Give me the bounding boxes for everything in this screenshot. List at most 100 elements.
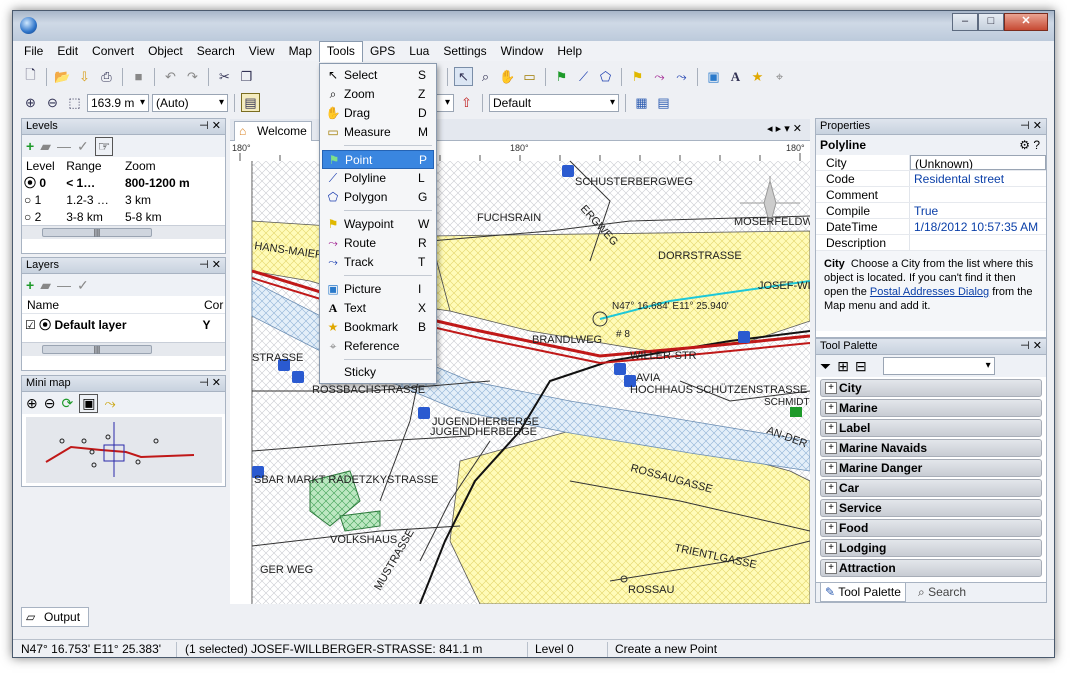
prop-value[interactable] — [910, 187, 1046, 202]
cut-icon[interactable]: ✂ — [215, 67, 234, 86]
scale-combo[interactable]: 163.9 m — [87, 93, 149, 112]
edit-icon[interactable]: ▰ — [40, 277, 51, 294]
menu-gps[interactable]: GPS — [363, 42, 402, 60]
radio-selected-icon[interactable]: ⦿ — [39, 314, 51, 336]
menu-object[interactable]: Object — [141, 42, 190, 60]
prop-row-description[interactable]: Description — [816, 235, 1046, 251]
zoom-out-icon[interactable]: ⊖ — [43, 93, 62, 112]
col-name[interactable]: Name — [27, 296, 204, 313]
point-tool-icon[interactable]: ⚑ — [552, 67, 571, 86]
menu-window[interactable]: Window — [494, 42, 551, 60]
save-icon[interactable]: ■ — [129, 67, 148, 86]
select-tool-icon[interactable]: ↖ — [454, 67, 473, 86]
menu-item-select[interactable]: ↖ Select S — [322, 66, 434, 85]
levels-hscrollbar[interactable]: ||| — [22, 225, 225, 239]
palette-category-lodging[interactable]: Lodging — [820, 539, 1042, 557]
prop-row-city[interactable]: City (Unknown) — [816, 155, 1046, 171]
radio-icon[interactable]: ○ — [24, 210, 31, 224]
city-dropdown[interactable]: (Unknown) — [910, 155, 1046, 170]
minimize-button[interactable]: – — [952, 13, 978, 31]
properties-tools-icon[interactable]: ⚙ ? — [1019, 135, 1040, 155]
menu-item-track[interactable]: ⤳ Track T — [322, 253, 434, 272]
menu-tools[interactable]: Tools — [318, 40, 363, 62]
radio-selected-icon[interactable]: ⦿ — [24, 176, 36, 190]
menu-item-polyline[interactable]: ⟋ Polyline L — [322, 169, 434, 188]
col-cor[interactable]: Cor — [204, 296, 223, 313]
grid-view-icon[interactable]: ▦ — [632, 93, 651, 112]
prop-value[interactable]: Residental street — [910, 171, 1046, 186]
palette-category-car[interactable]: Car — [820, 479, 1042, 497]
palette-category-label[interactable]: Label — [820, 419, 1042, 437]
menu-item-bookmark[interactable]: ★ Bookmark B — [322, 318, 434, 337]
checkbox-checked-icon[interactable]: ☑ — [25, 314, 36, 336]
drag-tool-icon[interactable]: ✋ — [498, 67, 517, 86]
menu-item-drag[interactable]: ✋ Drag D — [322, 104, 434, 123]
layer-display-icon[interactable]: ▤ — [241, 93, 260, 112]
layer-icon[interactable]: ▣ — [79, 393, 99, 413]
title-bar[interactable]: – □ ✕ — [13, 11, 1054, 41]
check-icon[interactable]: ✓ — [77, 277, 89, 294]
output-tab[interactable]: ▱ Output — [21, 607, 89, 627]
expand-icon[interactable]: ⊞ — [837, 358, 849, 375]
menu-item-route[interactable]: ⤳ Route R — [322, 234, 434, 253]
palette-category-food[interactable]: Food — [820, 519, 1042, 537]
prop-value[interactable]: 1/18/2012 10:57:35 AM — [910, 219, 1046, 234]
palette-category-service[interactable]: Service — [820, 499, 1042, 517]
postal-addresses-link[interactable]: Postal Addresses Dialog — [870, 286, 989, 298]
tab-search[interactable]: ⌕ Search — [914, 583, 970, 601]
menu-item-polygon[interactable]: ⬠ Polygon G — [322, 188, 434, 207]
menu-lua[interactable]: Lua — [402, 42, 436, 60]
redo-icon[interactable]: ↷ — [183, 67, 202, 86]
layer-row[interactable]: ☑ ⦿ Default layer Y — [22, 314, 225, 336]
menu-search[interactable]: Search — [190, 42, 242, 60]
polyline-tool-icon[interactable]: ⟋ — [574, 67, 593, 86]
edit-icon[interactable]: ▰ — [40, 138, 51, 155]
menu-file[interactable]: File — [17, 42, 50, 60]
zoom-out-icon[interactable]: ⊖ — [44, 395, 56, 412]
zoom-tool-icon[interactable]: ⌕ — [476, 67, 495, 86]
scroll-thumb[interactable]: ||| — [42, 228, 152, 237]
panel-pin-close-icon[interactable]: ⊣ ✕ — [199, 258, 221, 273]
prop-row-datetime[interactable]: DateTime 1/18/2012 10:57:35 AM — [816, 219, 1046, 235]
style-combo[interactable]: Default — [489, 93, 619, 112]
level-row[interactable]: ○ 1 1.2-3 … 3 km — [24, 191, 214, 208]
menu-item-measure[interactable]: ▭ Measure M — [322, 123, 434, 142]
zoom-in-icon[interactable]: ⊕ — [26, 395, 38, 412]
open-folder-icon[interactable]: 📂 — [53, 67, 72, 86]
copy-icon[interactable]: ❐ — [237, 67, 256, 86]
menu-item-text[interactable]: A Text X — [322, 299, 434, 318]
menu-convert[interactable]: Convert — [85, 42, 141, 60]
menu-item-point[interactable]: ⚑ Point P — [322, 150, 434, 169]
map-canvas[interactable]: 180° 180° 180° SCHUSTERBERGWEG FUCHSRAIN… — [230, 141, 810, 604]
check-icon[interactable]: ✓ — [77, 138, 89, 155]
route-tool-icon[interactable]: ⤳ — [650, 67, 669, 86]
zoom-in-icon[interactable]: ⊕ — [21, 93, 40, 112]
measure-tool-icon[interactable]: ▭ — [520, 67, 539, 86]
refresh-icon[interactable]: ⟳ — [61, 395, 73, 412]
track-icon[interactable]: ⤳ — [104, 395, 115, 412]
add-icon[interactable]: + — [26, 138, 34, 154]
prop-value[interactable]: True — [910, 203, 1046, 218]
col-zoom[interactable]: Zoom — [125, 157, 214, 174]
menu-edit[interactable]: Edit — [50, 42, 85, 60]
properties-icon[interactable]: ☞ — [94, 136, 114, 156]
level-row[interactable]: ⦿ 0 < 1… 800-1200 m — [24, 174, 214, 191]
add-icon[interactable]: + — [26, 277, 34, 293]
list-view-icon[interactable]: ▤ — [654, 93, 673, 112]
remove-icon[interactable]: — — [57, 277, 71, 293]
minimap-canvas[interactable] — [26, 417, 222, 483]
track-tool-icon[interactable]: ⤳ — [672, 67, 691, 86]
filter-icon[interactable]: ⏷ — [820, 358, 831, 375]
collapse-icon[interactable]: ⊟ — [855, 358, 867, 375]
palette-category-marine-navaids[interactable]: Marine Navaids — [820, 439, 1042, 457]
close-button[interactable]: ✕ — [1004, 13, 1048, 31]
gps-icon[interactable]: ⇧ — [457, 93, 476, 112]
panel-pin-close-icon[interactable]: ⊣ ✕ — [1020, 119, 1042, 134]
maximize-button[interactable]: □ — [978, 13, 1004, 31]
palette-category-city[interactable]: City — [820, 379, 1042, 397]
palette-category-attraction[interactable]: Attraction — [820, 559, 1042, 577]
picture-tool-icon[interactable]: ▣ — [704, 67, 723, 86]
remove-icon[interactable]: — — [57, 138, 71, 154]
col-level[interactable]: Level — [24, 157, 66, 174]
menu-map[interactable]: Map — [282, 42, 319, 60]
